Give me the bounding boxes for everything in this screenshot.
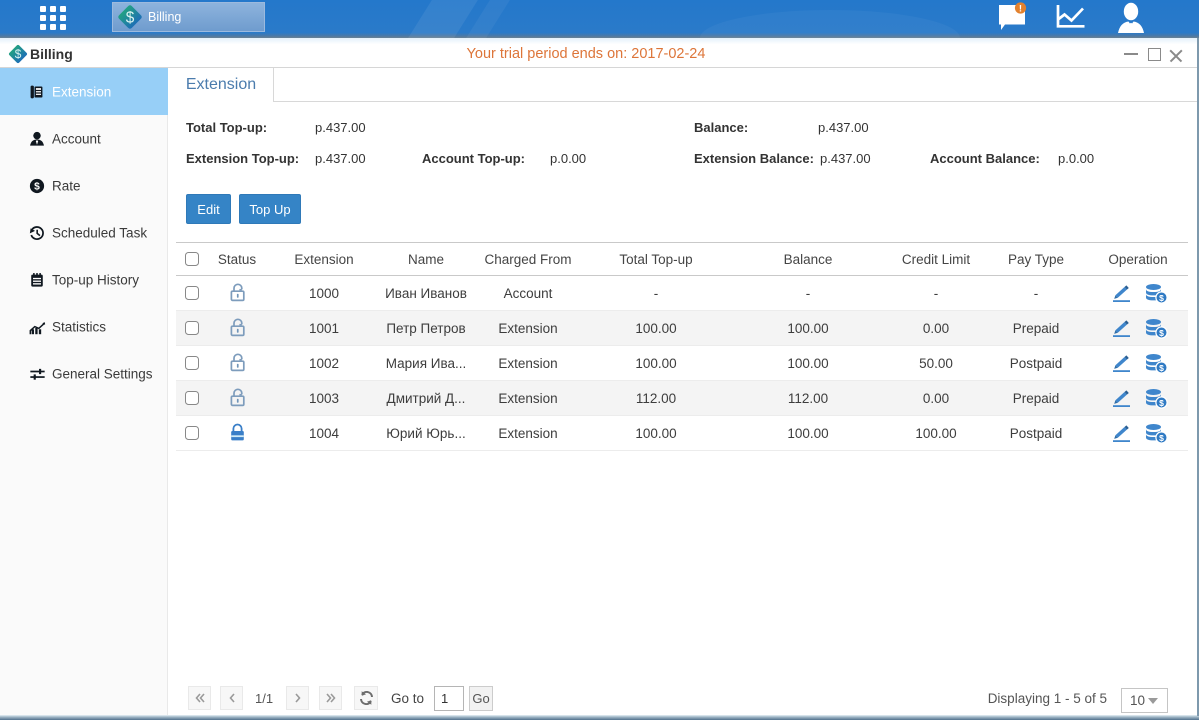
svg-text:$: $ (126, 9, 135, 26)
svg-text:$: $ (1159, 398, 1164, 408)
svg-text:$: $ (1159, 433, 1164, 443)
svg-text:$: $ (1159, 293, 1164, 303)
svg-text:!: ! (1019, 4, 1022, 15)
svg-text:$: $ (1159, 363, 1164, 373)
svg-text:$: $ (1159, 328, 1164, 338)
svg-text:$: $ (34, 181, 40, 192)
